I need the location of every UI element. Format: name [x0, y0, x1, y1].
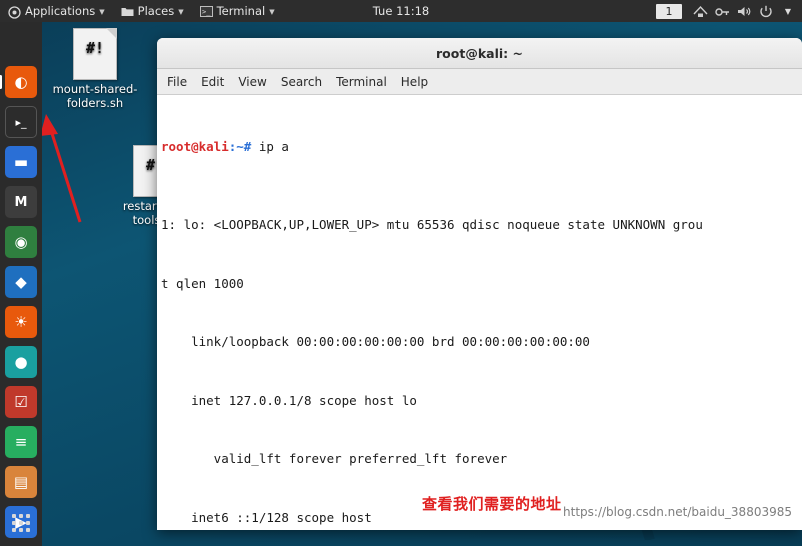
desktop-screen: #! mount-shared-folders.sh #! restart-vm… — [0, 0, 802, 546]
power-icon[interactable] — [756, 1, 776, 21]
caret-down-icon: ▼ — [178, 8, 184, 16]
terminal-title: root@kali: ~ — [436, 45, 523, 61]
volume-icon[interactable] — [734, 1, 754, 21]
terminal-output-line: valid_lft forever preferred_lft forever — [161, 451, 508, 466]
blog-watermark: https://blog.csdn.net/baidu_38803985 — [563, 504, 792, 519]
places-label: Places — [137, 4, 175, 18]
terminal-output-line: link/loopback 00:00:00:00:00:00 brd 00:0… — [161, 334, 590, 349]
dock-item-wireshark[interactable]: ◆ — [5, 266, 37, 298]
applications-menu[interactable]: Applications ▼ — [0, 0, 113, 22]
archive-icon: ▤ — [13, 473, 29, 491]
places-folder-icon — [121, 6, 134, 19]
dock-item-burpsuite[interactable]: ◉ — [5, 226, 37, 258]
show-applications-button[interactable] — [6, 508, 36, 538]
terminal-menu-label: Terminal — [216, 4, 266, 18]
menu-terminal[interactable]: Terminal — [336, 75, 387, 89]
shebang-glyph: #! — [85, 39, 105, 57]
dock-item-archive-manager[interactable]: ▤ — [5, 466, 37, 498]
terminal-output-area[interactable]: root@kali:~# ip a 1: lo: <LOOPBACK,UP,LO… — [157, 95, 802, 530]
applications-icon — [8, 5, 21, 19]
dock-item-text-editor[interactable]: ≡ — [5, 426, 37, 458]
terminal-window-menu[interactable]: >_ Terminal ▼ — [192, 0, 283, 22]
terminal-output-line: inet 127.0.0.1/8 scope host lo — [161, 392, 417, 408]
menu-help[interactable]: Help — [401, 75, 428, 89]
maltego-icon: ● — [14, 353, 28, 371]
favorites-dock[interactable]: ◐ ▸_ ▬ M ◉ ◆ ☀ ● ☑ ≡ ▤ ▶ — [0, 22, 42, 546]
dock-item-maltego[interactable]: ● — [5, 346, 37, 378]
text-editor-icon: ≡ — [14, 433, 28, 451]
terminal-menubar[interactable]: File Edit View Search Terminal Help — [157, 69, 802, 95]
desktop-icon-label: mount-shared-folders.sh — [52, 82, 138, 110]
terminal-command-line: root@kali:~# ip a — [161, 137, 802, 157]
prompt-user: root@kali — [161, 139, 229, 154]
dock-item-armitage[interactable]: ☑ — [5, 386, 37, 418]
metasploit-icon: M — [14, 194, 28, 210]
terminal-output-line: t qlen 1000 — [161, 275, 244, 291]
dock-item-terminal[interactable]: ▸_ — [5, 106, 37, 138]
menu-edit[interactable]: Edit — [201, 75, 224, 89]
places-menu[interactable]: Places ▼ — [113, 0, 192, 22]
applications-label: Applications — [25, 4, 96, 18]
firefox-icon: ◐ — [14, 73, 28, 91]
armitage-icon: ☑ — [14, 393, 28, 411]
burpsuite-icon: ◉ — [14, 233, 28, 251]
caret-down-icon: ▼ — [99, 8, 105, 16]
terminal-icon: ▸_ — [15, 115, 27, 129]
prompt-path: :~# — [228, 139, 252, 154]
svg-text:>_: >_ — [202, 8, 211, 16]
typed-command: ip a — [251, 139, 289, 154]
workspace-indicator[interactable]: 1 — [656, 3, 682, 19]
menu-search[interactable]: Search — [281, 75, 322, 89]
beef-icon: ☀ — [14, 313, 28, 331]
vpn-key-icon[interactable] — [712, 1, 732, 21]
dock-item-firefox[interactable]: ◐ — [5, 66, 37, 98]
caret-down-icon: ▼ — [269, 8, 275, 16]
menu-file[interactable]: File — [167, 75, 187, 89]
shell-script-file-icon: #! — [73, 28, 117, 80]
red-arrow-annotation — [40, 114, 82, 223]
terminal-titlebar[interactable]: root@kali: ~ — [157, 38, 802, 69]
terminal-output-line: 1: lo: <LOOPBACK,UP,LOWER_UP> mtu 65536 … — [161, 217, 703, 232]
chinese-annotation: 查看我们需要的地址 — [422, 495, 562, 513]
top-panel[interactable]: Applications ▼ Places ▼ >_ Terminal ▼ Tu… — [0, 0, 802, 22]
terminal-icon: >_ — [199, 5, 213, 19]
network-icon[interactable] — [690, 1, 710, 21]
dock-item-metasploit[interactable]: M — [5, 186, 37, 218]
menu-view[interactable]: View — [238, 75, 266, 89]
desktop-icon-mount-shared-folders[interactable]: #! mount-shared-folders.sh — [52, 28, 138, 110]
terminal-window[interactable]: root@kali: ~ File Edit View Search Termi… — [157, 38, 802, 530]
folder-icon: ▬ — [13, 153, 29, 171]
dock-item-files[interactable]: ▬ — [5, 146, 37, 178]
wireshark-icon: ◆ — [15, 273, 27, 291]
dock-item-beef[interactable]: ☀ — [5, 306, 37, 338]
system-tray[interactable]: 1 ▼ — [656, 0, 802, 22]
caret-down-icon[interactable]: ▼ — [778, 1, 798, 21]
